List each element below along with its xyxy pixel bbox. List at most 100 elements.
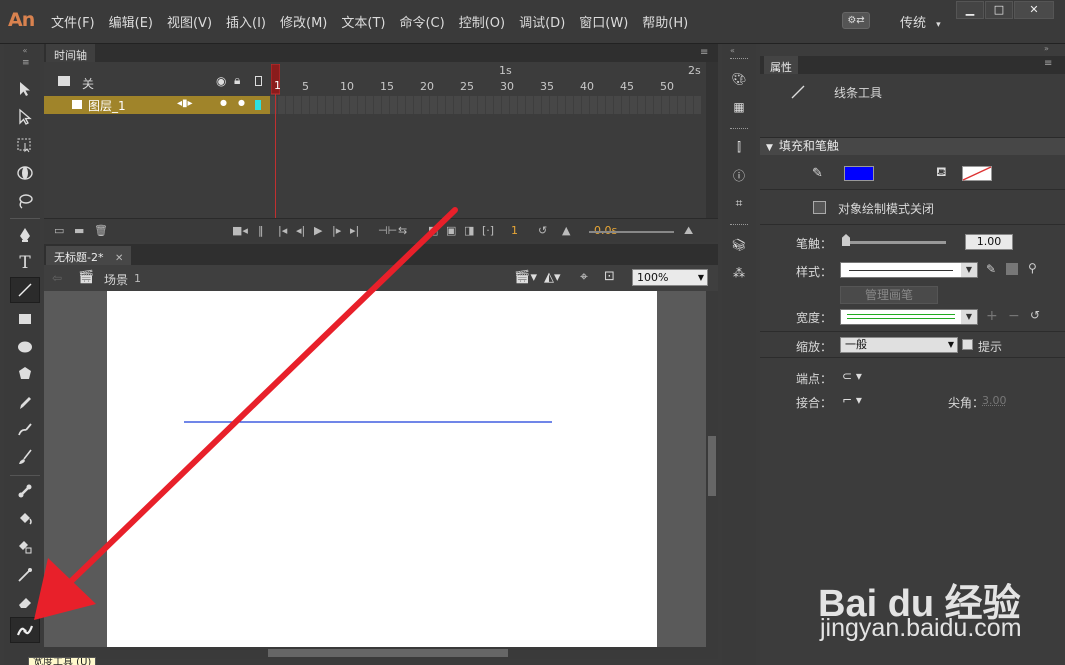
edit-style-icon[interactable]: ✎ — [986, 262, 996, 276]
width-tool-icon[interactable] — [10, 617, 40, 643]
eraser-tool-icon[interactable] — [10, 589, 40, 615]
modify-markers-icon[interactable]: [·] — [482, 224, 494, 237]
stage-vscroll[interactable] — [706, 291, 718, 647]
3d-rotation-tool-icon[interactable] — [10, 160, 40, 186]
close-icon[interactable]: ✕ — [115, 253, 123, 264]
timeline-zoom-slider[interactable] — [589, 231, 674, 233]
menu-modify[interactable]: 修改(M) — [273, 12, 334, 31]
eye-icon[interactable]: ◉ — [216, 74, 226, 88]
menu-text[interactable]: 文本(T) — [334, 12, 392, 31]
stroke-width-input[interactable]: 1.00 — [965, 234, 1013, 250]
center-stage-icon[interactable]: ⌖ — [580, 269, 588, 285]
brush-library-icon[interactable] — [1006, 263, 1018, 275]
paint-brush-tool-icon[interactable] — [10, 417, 40, 443]
width-profile-select[interactable]: ▼ — [840, 309, 978, 325]
drag-handle[interactable] — [730, 224, 748, 226]
new-layer-icon[interactable]: ▭ — [54, 224, 64, 237]
menu-view[interactable]: 视图(V) — [160, 12, 219, 31]
layer-row[interactable]: 图层_1 ◂▮▸ ● ● — [44, 96, 270, 114]
menu-debug[interactable]: 调试(D) — [512, 12, 572, 31]
menu-commands[interactable]: 命令(C) — [392, 12, 451, 31]
stage-hscroll[interactable] — [44, 647, 718, 659]
swatches-panel-icon[interactable]: ▦ — [728, 96, 750, 118]
ink-bottle-tool-icon[interactable] — [10, 534, 40, 560]
clip-stage-icon[interactable]: ⊡ — [604, 269, 615, 284]
eyedropper-tool-icon[interactable] — [10, 562, 40, 588]
menu-window[interactable]: 窗口(W) — [572, 12, 635, 31]
tab-properties[interactable]: 属性 — [764, 56, 798, 74]
brush-tool-icon[interactable] — [10, 444, 40, 470]
stage-canvas[interactable] — [107, 291, 657, 647]
menu-control[interactable]: 控制(O) — [452, 12, 512, 31]
stroke-slider-thumb[interactable] — [842, 234, 850, 246]
collapse-panel-icon[interactable]: » — [1044, 44, 1049, 53]
panel-collapse-icon[interactable]: « — [10, 46, 40, 55]
stroke-slider[interactable] — [844, 241, 946, 244]
zoom-out-icon[interactable]: ▲ — [562, 224, 570, 237]
minimize-button[interactable]: ▁ — [956, 1, 984, 19]
zoom-select[interactable]: 100% ▼ — [632, 269, 708, 286]
drag-handle[interactable] — [730, 58, 748, 60]
usb-icon[interactable]: ⚲ — [1028, 261, 1037, 275]
drag-handle[interactable] — [730, 128, 748, 130]
timeline-vscroll[interactable] — [706, 62, 718, 218]
pencil-tool-icon[interactable] — [10, 390, 40, 416]
hint-checkbox[interactable] — [962, 339, 973, 350]
panel-menu-icon[interactable]: ≡ — [700, 47, 708, 58]
cap-style-icon[interactable]: ⊂ ▾ — [842, 369, 862, 383]
close-button[interactable]: ✕ — [1014, 1, 1054, 19]
menu-insert[interactable]: 插入(I) — [219, 12, 273, 31]
miter-input[interactable]: 3.00 — [982, 394, 1007, 407]
reset-width-icon[interactable]: ↺ — [1030, 308, 1040, 322]
expand-panels-icon[interactable]: « — [730, 46, 735, 55]
selection-tool-icon[interactable] — [10, 76, 40, 102]
paint-bucket-tool-icon[interactable] — [10, 506, 40, 532]
object-drawing-icon[interactable] — [813, 201, 826, 214]
fill-color-none-swatch[interactable] — [962, 166, 992, 181]
maximize-button[interactable]: □ — [985, 1, 1013, 19]
join-style-icon[interactable]: ⌐ ▾ — [842, 393, 862, 407]
stroke-color-swatch[interactable] — [844, 166, 874, 181]
outline-icon[interactable] — [255, 76, 262, 86]
manage-brush-button[interactable]: 管理画笔 — [840, 286, 938, 304]
bone-tool-icon[interactable] — [10, 478, 40, 504]
text-tool-icon[interactable]: T — [10, 250, 40, 276]
prev-frame-icon[interactable]: ◂| — [296, 224, 305, 237]
subselection-tool-icon[interactable] — [10, 104, 40, 130]
menu-help[interactable]: 帮助(H) — [635, 12, 695, 31]
center-frame-icon[interactable]: ⊣⊢ — [378, 224, 397, 237]
camera-icon[interactable]: ■◂ — [232, 224, 248, 237]
onion-outline-icon[interactable]: ▣ — [446, 224, 456, 237]
edit-symbol-icon[interactable]: ◭▾ — [544, 270, 561, 285]
onion-skin-icon[interactable]: ◧ — [428, 224, 438, 237]
back-arrow-icon[interactable]: ⇦ — [52, 271, 62, 285]
menu-file[interactable]: 文件(F) — [44, 12, 102, 31]
current-frame-display[interactable]: 1 — [511, 224, 518, 237]
info-panel-icon[interactable]: ⓘ — [728, 164, 750, 186]
transform-panel-icon[interactable]: ⌗ — [728, 192, 750, 214]
loop-icon[interactable]: ⇆ — [398, 224, 407, 237]
first-frame-icon[interactable]: |◂ — [278, 224, 287, 237]
workspace-switcher[interactable]: 传统 ▾ — [900, 12, 941, 31]
align-panel-icon[interactable]: ⫿ — [728, 136, 750, 158]
oval-tool-icon[interactable] — [10, 334, 40, 360]
free-transform-tool-icon[interactable] — [10, 132, 40, 158]
rectangle-tool-icon[interactable] — [10, 306, 40, 332]
lock-icon[interactable]: 🔒︎ — [234, 73, 240, 88]
fill-stroke-section[interactable]: ▼ 填充和笔触 — [760, 137, 1065, 155]
edit-scene-icon[interactable]: 🎬︎▾ — [514, 270, 537, 285]
play-icon[interactable]: ▶ — [314, 224, 322, 237]
layer-visible-dot[interactable]: ● — [220, 98, 227, 107]
last-frame-icon[interactable]: ▸| — [350, 224, 359, 237]
layer-name[interactable]: 图层_1 — [88, 97, 126, 114]
layer-outline-color[interactable] — [255, 100, 261, 110]
pen-tool-icon[interactable] — [10, 222, 40, 248]
library-panel-icon[interactable]: 📚︎ — [728, 234, 750, 256]
remove-width-icon[interactable]: − — [1008, 308, 1020, 324]
polystar-tool-icon[interactable] — [10, 361, 40, 387]
layer-frames[interactable] — [270, 96, 701, 114]
style-select[interactable]: ▼ — [840, 262, 978, 278]
scale-select[interactable]: 一般 ▼ — [840, 337, 958, 353]
line-tool-icon[interactable] — [10, 277, 40, 303]
zoom-in-icon[interactable]: ⛰ — [684, 224, 693, 238]
